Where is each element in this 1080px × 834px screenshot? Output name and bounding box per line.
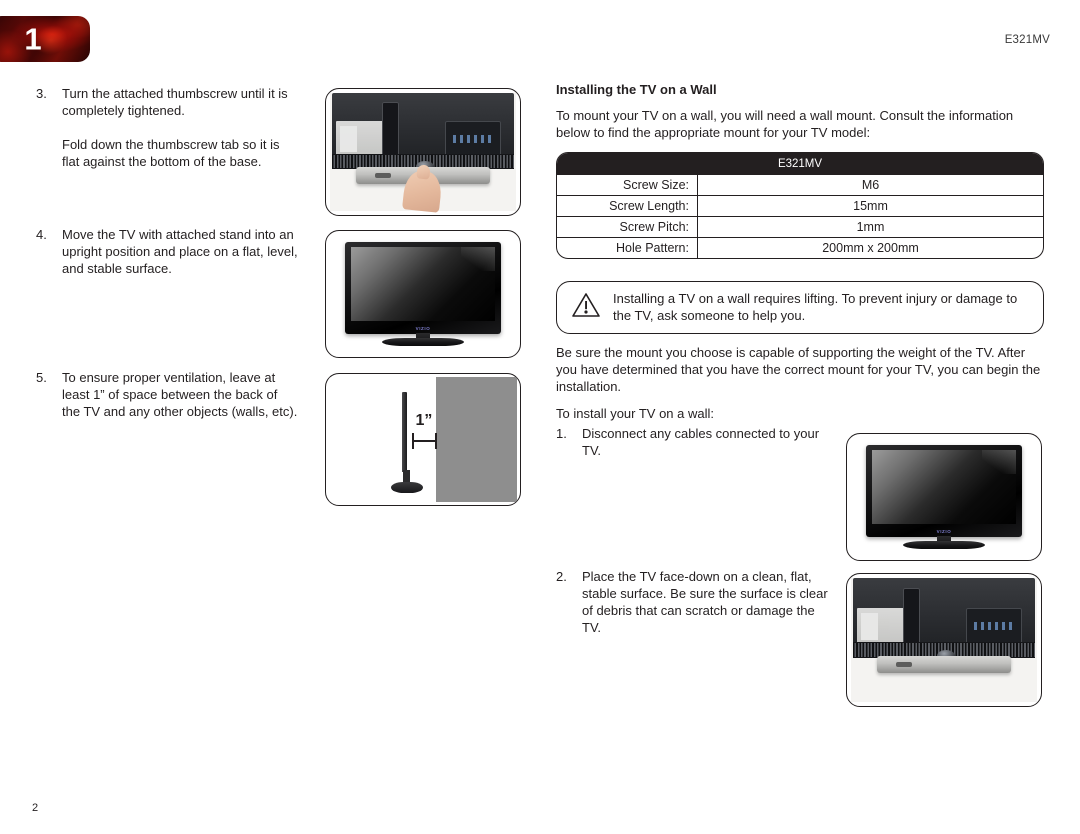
table-cell-value: 15mm (698, 195, 1043, 216)
list-item: 1. Disconnect any cables connected to yo… (556, 425, 831, 459)
step-body: To ensure proper ventilation, leave at l… (62, 369, 298, 420)
tv-back-illustration (330, 93, 516, 213)
tv-stand-base (877, 656, 1011, 674)
dimension-arrow (411, 432, 438, 449)
step-body: Turn the attached thumbscrew until it is… (62, 85, 298, 170)
intro-paragraph: To mount your TV on a wall, you will nee… (556, 108, 1014, 140)
tv-stand-base (903, 540, 985, 549)
step-body: Place the TV face-down on a clean, flat,… (582, 568, 831, 636)
chapter-number: 1 (24, 21, 42, 57)
step-number: 3. (36, 86, 47, 101)
step-paragraph: Disconnect any cables connected to your … (582, 426, 820, 458)
tv-bezel: VIZIO (865, 445, 1023, 538)
right-column: Installing the TV on a Wall To mount you… (556, 82, 1046, 151)
table-header-model: E321MV (557, 153, 1043, 175)
table-header-row: E321MV (557, 153, 1043, 175)
step-paragraph: Fold down the thumbscrew tab so it is fl… (62, 137, 280, 169)
model-number-header: E321MV (1004, 34, 1050, 46)
step-body: Move the TV with attached stand into an … (62, 226, 298, 277)
tv-front-illustration: VIZIO (330, 235, 516, 353)
tv-screen-glare (981, 449, 1016, 474)
tv-bezel: VIZIO (344, 242, 502, 335)
warning-triangle-icon (571, 291, 601, 324)
chapter-badge: 1 (0, 16, 90, 62)
tv-port-cluster (966, 607, 1023, 645)
table-cell-label: Screw Pitch: (557, 216, 698, 237)
vizio-logo: VIZIO (415, 326, 431, 332)
tv-front-illustration: VIZIO (851, 438, 1037, 556)
table-cell-label: Screw Length: (557, 195, 698, 216)
figure-tv-front-disconnect: VIZIO (846, 433, 1042, 561)
dimension-label: 1” (415, 412, 433, 429)
clearance-diagram: 1” (329, 377, 517, 502)
table-row: Hole Pattern: 200mm x 200mm (557, 237, 1043, 258)
table-row: Screw Length: 15mm (557, 195, 1043, 216)
tv-back-handle (382, 102, 399, 160)
warning-text: Installing a TV on a wall requires lifti… (613, 291, 1018, 323)
list-item: 5. To ensure proper ventilation, leave a… (36, 369, 298, 420)
step-body: Disconnect any cables connected to your … (582, 425, 831, 459)
step-paragraph: To ensure proper ventilation, leave at l… (62, 370, 298, 419)
step-number: 4. (36, 227, 47, 242)
step-paragraph: Move the TV with attached stand into an … (62, 227, 298, 276)
table-cell-value: 1mm (698, 216, 1043, 237)
table-row: Screw Size: M6 (557, 175, 1043, 195)
table-row: Screw Pitch: 1mm (557, 216, 1043, 237)
list-item: 4. Move the TV with attached stand into … (36, 226, 298, 277)
figure-tv-back-thumbscrew (325, 88, 521, 216)
step-paragraph: Turn the attached thumbscrew until it is… (62, 86, 288, 118)
vizio-logo: VIZIO (936, 529, 952, 535)
page-number: 2 (32, 802, 39, 814)
mount-spec-table: E321MV Screw Size: M6 Screw Length: 15mm… (556, 152, 1044, 259)
tv-port-cluster (445, 121, 502, 157)
table-cell-value: M6 (861, 178, 880, 192)
list-item: 3. Turn the attached thumbscrew until it… (36, 85, 298, 170)
tv-side-profile (402, 392, 408, 472)
tv-stand-base (382, 337, 464, 346)
step-number: 5. (36, 370, 47, 385)
body-paragraph: Be sure the mount you choose is capable … (556, 345, 1041, 394)
figure-tv-face-down (846, 573, 1042, 707)
step-paragraph: Place the TV face-down on a clean, flat,… (582, 569, 828, 635)
figure-wall-clearance: 1” (325, 373, 521, 506)
step-number: 2. (556, 569, 567, 584)
installation-body: Be sure the mount you choose is capable … (556, 344, 1048, 432)
wall-surface (436, 377, 517, 502)
tv-screen-glare (460, 246, 495, 271)
table-cell-value: 200mm x 200mm (698, 237, 1043, 258)
lead-in-paragraph: To install your TV on a wall: (556, 406, 714, 421)
tv-back-illustration (851, 578, 1037, 702)
tv-stand-base (391, 482, 423, 494)
table-cell-label: Screw Size: (557, 175, 698, 195)
list-item: 2. Place the TV face-down on a clean, fl… (556, 568, 831, 636)
step-number: 1. (556, 426, 567, 441)
tv-back-handle (903, 587, 920, 648)
warning-callout: Installing a TV on a wall requires lifti… (556, 281, 1044, 334)
install-step-1-wrapper: 1. Disconnect any cables connected to yo… (556, 425, 831, 459)
figure-tv-upright: VIZIO (325, 230, 521, 358)
section-heading: Installing the TV on a Wall (556, 82, 717, 97)
table-cell-label: Hole Pattern: (557, 237, 698, 258)
